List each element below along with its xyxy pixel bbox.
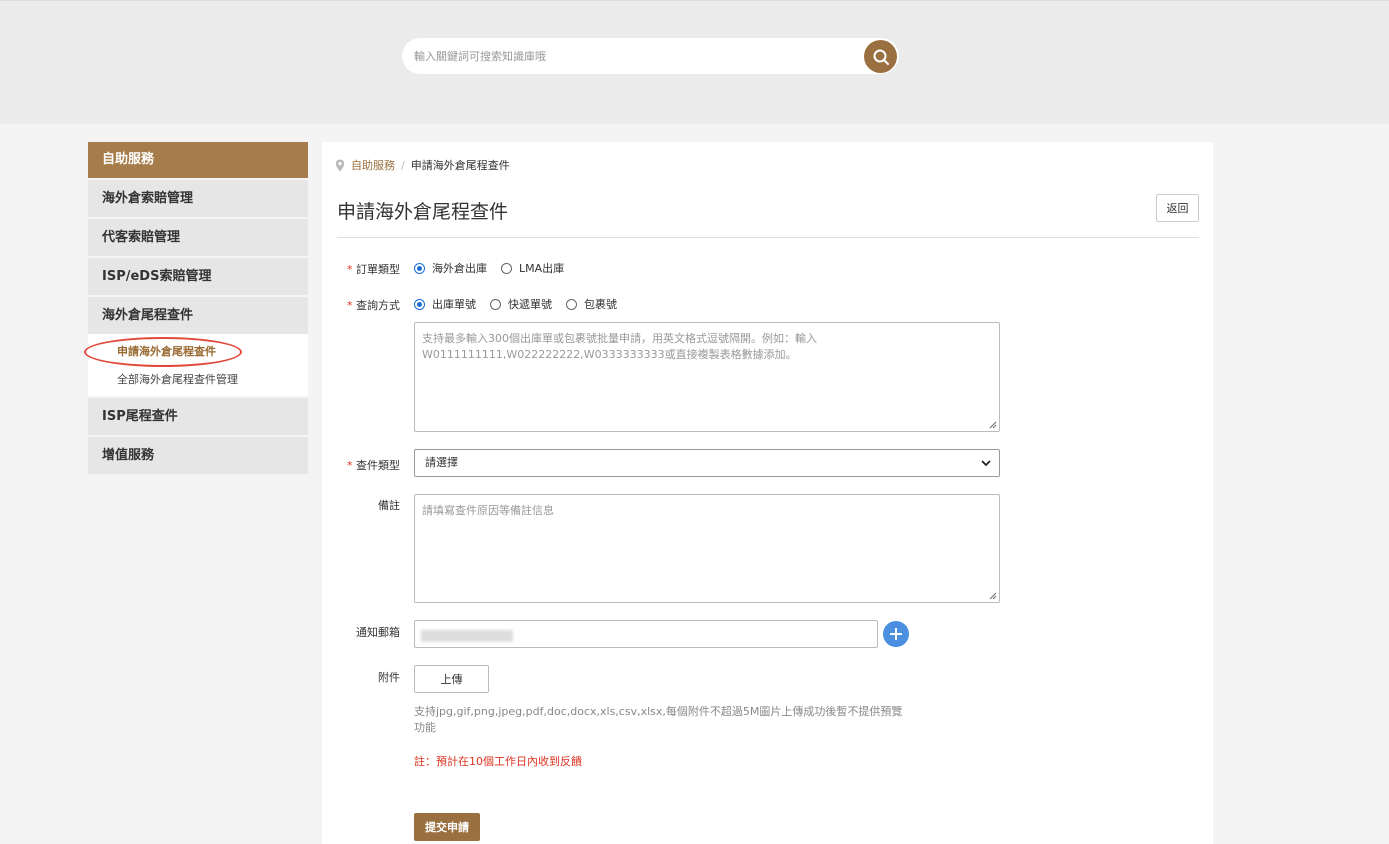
radio-unselected[interactable] bbox=[566, 298, 577, 310]
radio-selected[interactable] bbox=[414, 262, 425, 274]
order-type-option-overseas[interactable]: 海外倉出庫 bbox=[414, 260, 487, 276]
textarea-placeholder: 請填寫查件原因等備註信息 bbox=[422, 504, 554, 517]
attachment-label: 附件 bbox=[378, 671, 400, 684]
breadcrumb-current: 申請海外倉尾程查件 bbox=[410, 159, 510, 172]
radio-selected[interactable] bbox=[414, 298, 425, 310]
sidebar-item-value-added[interactable]: 增值服務 bbox=[88, 437, 308, 474]
breadcrumb-parent-link[interactable]: 自助服務 bbox=[351, 157, 395, 173]
add-email-button[interactable] bbox=[883, 621, 909, 647]
tracking-numbers-textarea[interactable]: 支持最多輸入300個出庫單或包裹號批量申請，用英文格式逗號隔開。例如：輸入W01… bbox=[414, 322, 1000, 432]
page-title: 申請海外倉尾程查件 bbox=[337, 201, 509, 223]
order-type-label: * 訂單類型 bbox=[347, 263, 400, 276]
query-method-option-express[interactable]: 快遞單號 bbox=[490, 296, 552, 312]
sidebar: 自助服務 海外倉索賠管理 代客索賠管理 ISP/eDS索賠管理 海外倉尾程查件 … bbox=[84, 142, 308, 474]
sidebar-subitem-label: 申請海外倉尾程查件 bbox=[117, 345, 216, 358]
query-method-radios: 出庫單號 快遞單號 包裹號 bbox=[414, 296, 631, 312]
breadcrumb: 自助服務 / 申請海外倉尾程查件 bbox=[335, 157, 510, 173]
redacted-email bbox=[421, 630, 513, 642]
required-mark: * bbox=[347, 299, 353, 312]
location-pin-icon bbox=[335, 159, 345, 171]
remarks-label: 備註 bbox=[378, 499, 400, 512]
sidebar-subitem-all-tracking[interactable]: 全部海外倉尾程查件管理 bbox=[88, 366, 308, 394]
title-divider bbox=[337, 237, 1199, 238]
sidebar-header[interactable]: 自助服務 bbox=[88, 142, 308, 178]
upload-button[interactable]: 上傳 bbox=[414, 665, 489, 693]
inquiry-type-label: * 查件類型 bbox=[347, 459, 400, 472]
sidebar-item-overseas-claims[interactable]: 海外倉索賠管理 bbox=[88, 180, 308, 217]
search-bar bbox=[402, 38, 899, 74]
main-panel: 自助服務 / 申請海外倉尾程查件 申請海外倉尾程查件 返回 * 訂單類型 海外倉… bbox=[322, 142, 1213, 844]
order-type-option-lma[interactable]: LMA出庫 bbox=[501, 260, 564, 276]
required-mark: * bbox=[347, 459, 353, 472]
sidebar-subitem-apply-tracking[interactable]: 申請海外倉尾程查件 bbox=[84, 337, 308, 367]
search-icon bbox=[873, 49, 889, 65]
query-method-option-outbound[interactable]: 出庫單號 bbox=[414, 296, 476, 312]
order-type-radios: 海外倉出庫 LMA出庫 bbox=[414, 260, 578, 276]
select-value: 請選擇 bbox=[425, 456, 458, 469]
query-method-label: * 查詢方式 bbox=[347, 299, 400, 312]
email-label: 通知郵箱 bbox=[356, 626, 400, 639]
sidebar-subitem-label: 全部海外倉尾程查件管理 bbox=[117, 373, 238, 386]
remarks-textarea[interactable]: 請填寫查件原因等備註信息 bbox=[414, 494, 1000, 603]
submit-button[interactable]: 提交申請 bbox=[414, 813, 480, 841]
breadcrumb-separator: / bbox=[401, 158, 405, 172]
search-button[interactable] bbox=[864, 40, 897, 73]
sidebar-item-proxy-claims[interactable]: 代客索賠管理 bbox=[88, 219, 308, 256]
search-input[interactable] bbox=[414, 38, 854, 74]
processing-note: 註：預計在10個工作日內收到反饋 bbox=[414, 755, 582, 768]
resize-grip-icon[interactable] bbox=[989, 592, 997, 600]
textarea-placeholder: 支持最多輸入300個出庫單或包裹號批量申請，用英文格式逗號隔開。例如：輸入W01… bbox=[422, 332, 817, 361]
radio-unselected[interactable] bbox=[490, 298, 501, 310]
sidebar-item-isp-eds-claims[interactable]: ISP/eDS索賠管理 bbox=[88, 258, 308, 295]
sidebar-submenu: 申請海外倉尾程查件 全部海外倉尾程查件管理 bbox=[84, 334, 308, 396]
chevron-down-icon bbox=[981, 460, 991, 467]
sidebar-item-overseas-tracking[interactable]: 海外倉尾程查件 bbox=[88, 297, 308, 334]
resize-grip-icon[interactable] bbox=[989, 421, 997, 429]
email-input[interactable] bbox=[414, 620, 878, 648]
required-mark: * bbox=[347, 263, 353, 276]
back-button[interactable]: 返回 bbox=[1156, 194, 1199, 222]
plus-icon bbox=[890, 628, 902, 640]
query-method-option-package[interactable]: 包裹號 bbox=[566, 296, 617, 312]
sidebar-item-isp-tracking[interactable]: ISP尾程查件 bbox=[88, 398, 308, 435]
inquiry-type-select[interactable]: 請選擇 bbox=[414, 449, 1000, 477]
attachment-hint: 支持jpg,gif,png,jpeg,pdf,doc,docx,xls,csv,… bbox=[414, 705, 903, 734]
radio-unselected[interactable] bbox=[501, 262, 512, 274]
